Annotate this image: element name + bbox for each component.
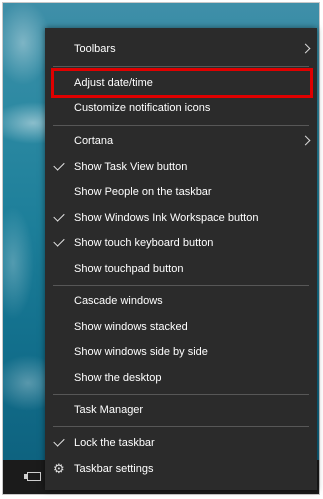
tray-icon[interactable] — [24, 472, 41, 481]
checkmark-icon — [53, 235, 65, 247]
menu-item-show-people[interactable]: Show People on the taskbar — [45, 180, 317, 204]
menu-separator — [53, 66, 309, 67]
menu-item-label: Cascade windows — [74, 295, 163, 307]
menu-item-show-task-view[interactable]: Show Task View button — [45, 155, 317, 179]
checkmark-icon — [53, 159, 65, 171]
menu-item-label: Toolbars — [74, 43, 116, 55]
menu-item-label: Task Manager — [74, 404, 144, 416]
menu-item-label: Show windows side by side — [74, 346, 208, 358]
menu-item-taskbar-settings[interactable]: ⚙ Taskbar settings — [45, 457, 317, 481]
menu-item-task-manager[interactable]: Task Manager — [45, 398, 317, 422]
menu-item-label: Taskbar settings — [74, 463, 154, 475]
chevron-right-icon — [300, 43, 311, 54]
menu-separator — [53, 394, 309, 395]
menu-item-show-windows-stacked[interactable]: Show windows stacked — [45, 315, 317, 339]
menu-item-label: Show touchpad button — [74, 263, 184, 275]
gear-icon: ⚙ — [53, 461, 65, 476]
menu-item-show-windows-side-by-side[interactable]: Show windows side by side — [45, 340, 317, 364]
adjust-datetime-highlight-box — [51, 68, 313, 98]
menu-item-show-ink-workspace[interactable]: Show Windows Ink Workspace button — [45, 206, 317, 230]
menu-item-cortana[interactable]: Cortana — [45, 129, 317, 153]
menu-item-label: Lock the taskbar — [74, 437, 155, 449]
menu-item-label: Customize notification icons — [74, 102, 211, 114]
menu-item-lock-taskbar[interactable]: Lock the taskbar — [45, 431, 317, 455]
menu-separator — [53, 285, 309, 286]
checkmark-icon — [53, 435, 65, 447]
menu-item-label: Cortana — [74, 135, 114, 147]
menu-item-label: Show the desktop — [74, 372, 162, 384]
checkmark-icon — [53, 210, 65, 222]
menu-item-label: Show Task View button — [74, 161, 188, 173]
menu-item-toolbars[interactable]: Toolbars — [45, 37, 317, 61]
menu-item-label: Show People on the taskbar — [74, 186, 212, 198]
menu-item-customize-notification-icons[interactable]: Customize notification icons — [45, 96, 317, 120]
menu-separator — [53, 426, 309, 427]
menu-item-label: Show windows stacked — [74, 321, 188, 333]
menu-item-label: Show touch keyboard button — [74, 237, 214, 249]
chevron-right-icon — [300, 135, 311, 146]
menu-item-label: Show Windows Ink Workspace button — [74, 212, 259, 224]
menu-item-show-touch-keyboard[interactable]: Show touch keyboard button — [45, 231, 317, 255]
menu-item-show-touchpad[interactable]: Show touchpad button — [45, 257, 317, 281]
menu-item-show-desktop[interactable]: Show the desktop — [45, 366, 317, 390]
menu-separator — [53, 125, 309, 126]
menu-item-cascade-windows[interactable]: Cascade windows — [45, 289, 317, 313]
